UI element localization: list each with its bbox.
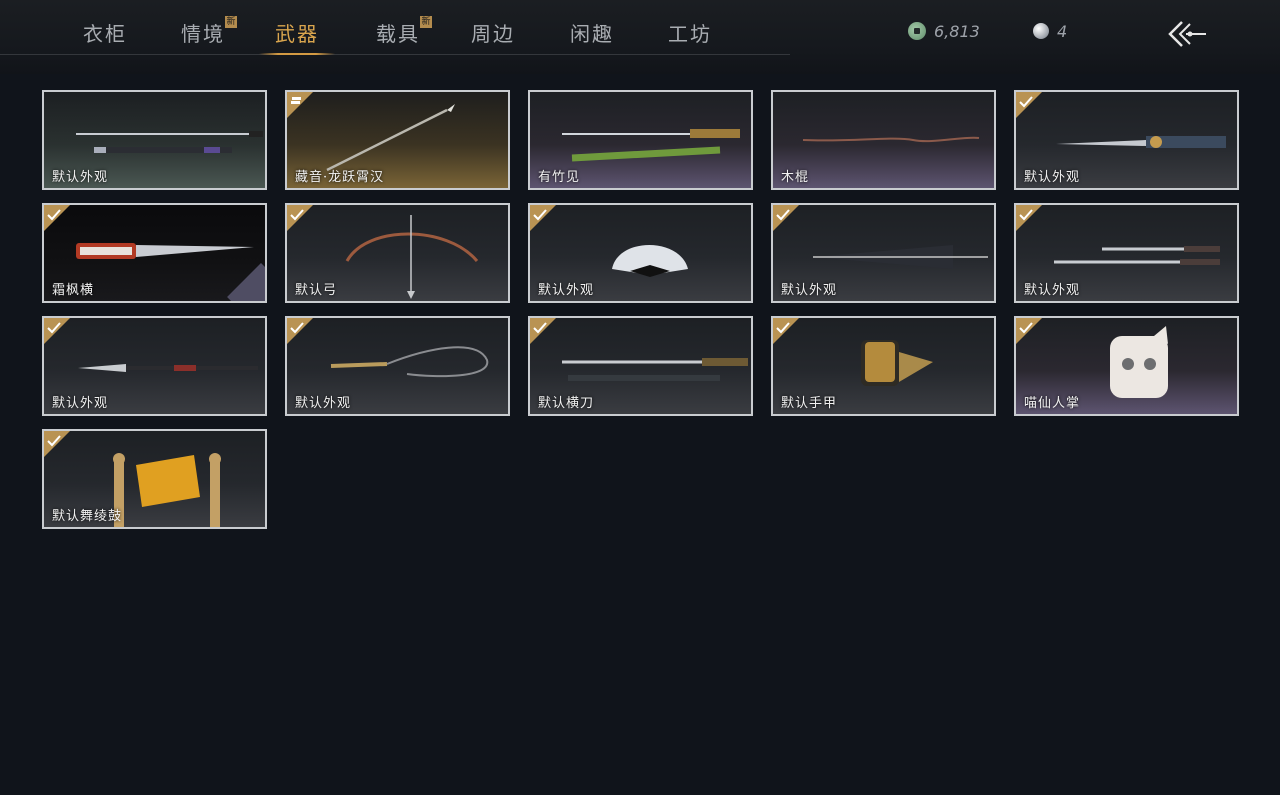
weapon-card[interactable]: 木棍 (771, 90, 996, 190)
pearl-count: 4 (1057, 21, 1068, 41)
item-name: 木棍 (781, 170, 810, 185)
item-name: 默认外观 (1024, 283, 1081, 298)
weapon-card[interactable]: 默认手甲 (771, 316, 996, 416)
weapon-card[interactable]: 默认舞绫鼓 (42, 429, 267, 529)
equipped-check-icon (44, 431, 70, 457)
item-name: 藏音·龙跃霄汉 (295, 170, 385, 185)
item-name: 默认横刀 (538, 396, 595, 411)
back-button[interactable] (1166, 18, 1210, 50)
pearl-balance: 4 (1033, 20, 1067, 42)
item-name: 默认外观 (1024, 170, 1081, 185)
weapon-card[interactable]: 有竹见 (528, 90, 753, 190)
equipped-check-icon (530, 205, 556, 231)
weapon-card[interactable]: 默认外观 (1014, 90, 1239, 190)
tab-workshop[interactable]: 工坊 (668, 18, 712, 50)
jade-coin-icon (908, 22, 926, 40)
weapon-card[interactable]: 喵仙人掌 (1014, 316, 1239, 416)
equipped-check-icon (44, 205, 70, 231)
weapon-card[interactable]: 藏音·龙跃霄汉 (285, 90, 510, 190)
item-name: 有竹见 (538, 170, 581, 185)
weapon-card[interactable]: 默认外观 (771, 203, 996, 303)
weapon-card[interactable]: 默认外观 (285, 316, 510, 416)
weapon-card[interactable]: 霜枫横 (42, 203, 267, 303)
item-name: 默认舞绫鼓 (52, 509, 123, 524)
top-bar: 衣柜 情境新 武器 载具新 周边 闲趣 工坊 6,813 4 (0, 0, 1280, 74)
item-name: 默认外观 (295, 396, 352, 411)
coin-count: 6,813 (934, 21, 980, 41)
new-badge: 新 (225, 16, 237, 28)
active-tab-underline (259, 53, 335, 55)
equipped-check-icon (1016, 318, 1042, 344)
equipped-check-icon (530, 318, 556, 344)
item-name: 默认外观 (52, 396, 109, 411)
item-name: 默认外观 (781, 283, 838, 298)
equipped-check-icon (287, 318, 313, 344)
tab-peripherals[interactable]: 周边 (471, 18, 515, 50)
item-name: 默认手甲 (781, 396, 838, 411)
equipped-check-icon (287, 205, 313, 231)
item-name: 默认弓 (295, 283, 338, 298)
item-name: 霜枫横 (52, 283, 95, 298)
equipped-check-icon (773, 205, 799, 231)
tab-weapons[interactable]: 武器 (259, 18, 335, 55)
equipped-check-icon (773, 318, 799, 344)
tab-leisure[interactable]: 闲趣 (570, 18, 614, 50)
tab-vehicles[interactable]: 载具新 (376, 16, 432, 50)
weapon-card[interactable]: 默认外观 (42, 316, 267, 416)
equipped-check-icon (1016, 92, 1042, 118)
item-name: 默认外观 (52, 170, 109, 185)
weapon-card[interactable]: 默认外观 (42, 90, 267, 190)
pearl-icon (1033, 23, 1049, 39)
stacked-variants-icon (287, 92, 313, 118)
tab-wardrobe[interactable]: 衣柜 (83, 18, 127, 50)
weapon-card[interactable]: 默认外观 (528, 203, 753, 303)
back-arrow-icon (1168, 21, 1206, 47)
equipped-check-icon (1016, 205, 1042, 231)
new-badge: 新 (420, 16, 432, 28)
category-tabs: 衣柜 情境新 武器 载具新 周边 闲趣 工坊 (0, 0, 790, 55)
coin-balance: 6,813 (908, 20, 980, 42)
weapon-card[interactable]: 默认横刀 (528, 316, 753, 416)
tab-scenes[interactable]: 情境新 (181, 16, 237, 50)
item-name: 默认外观 (538, 283, 595, 298)
equipped-check-icon (44, 318, 70, 344)
weapon-card[interactable]: 默认外观 (1014, 203, 1239, 303)
item-name: 喵仙人掌 (1024, 396, 1081, 411)
weapon-card[interactable]: 默认弓 (285, 203, 510, 303)
